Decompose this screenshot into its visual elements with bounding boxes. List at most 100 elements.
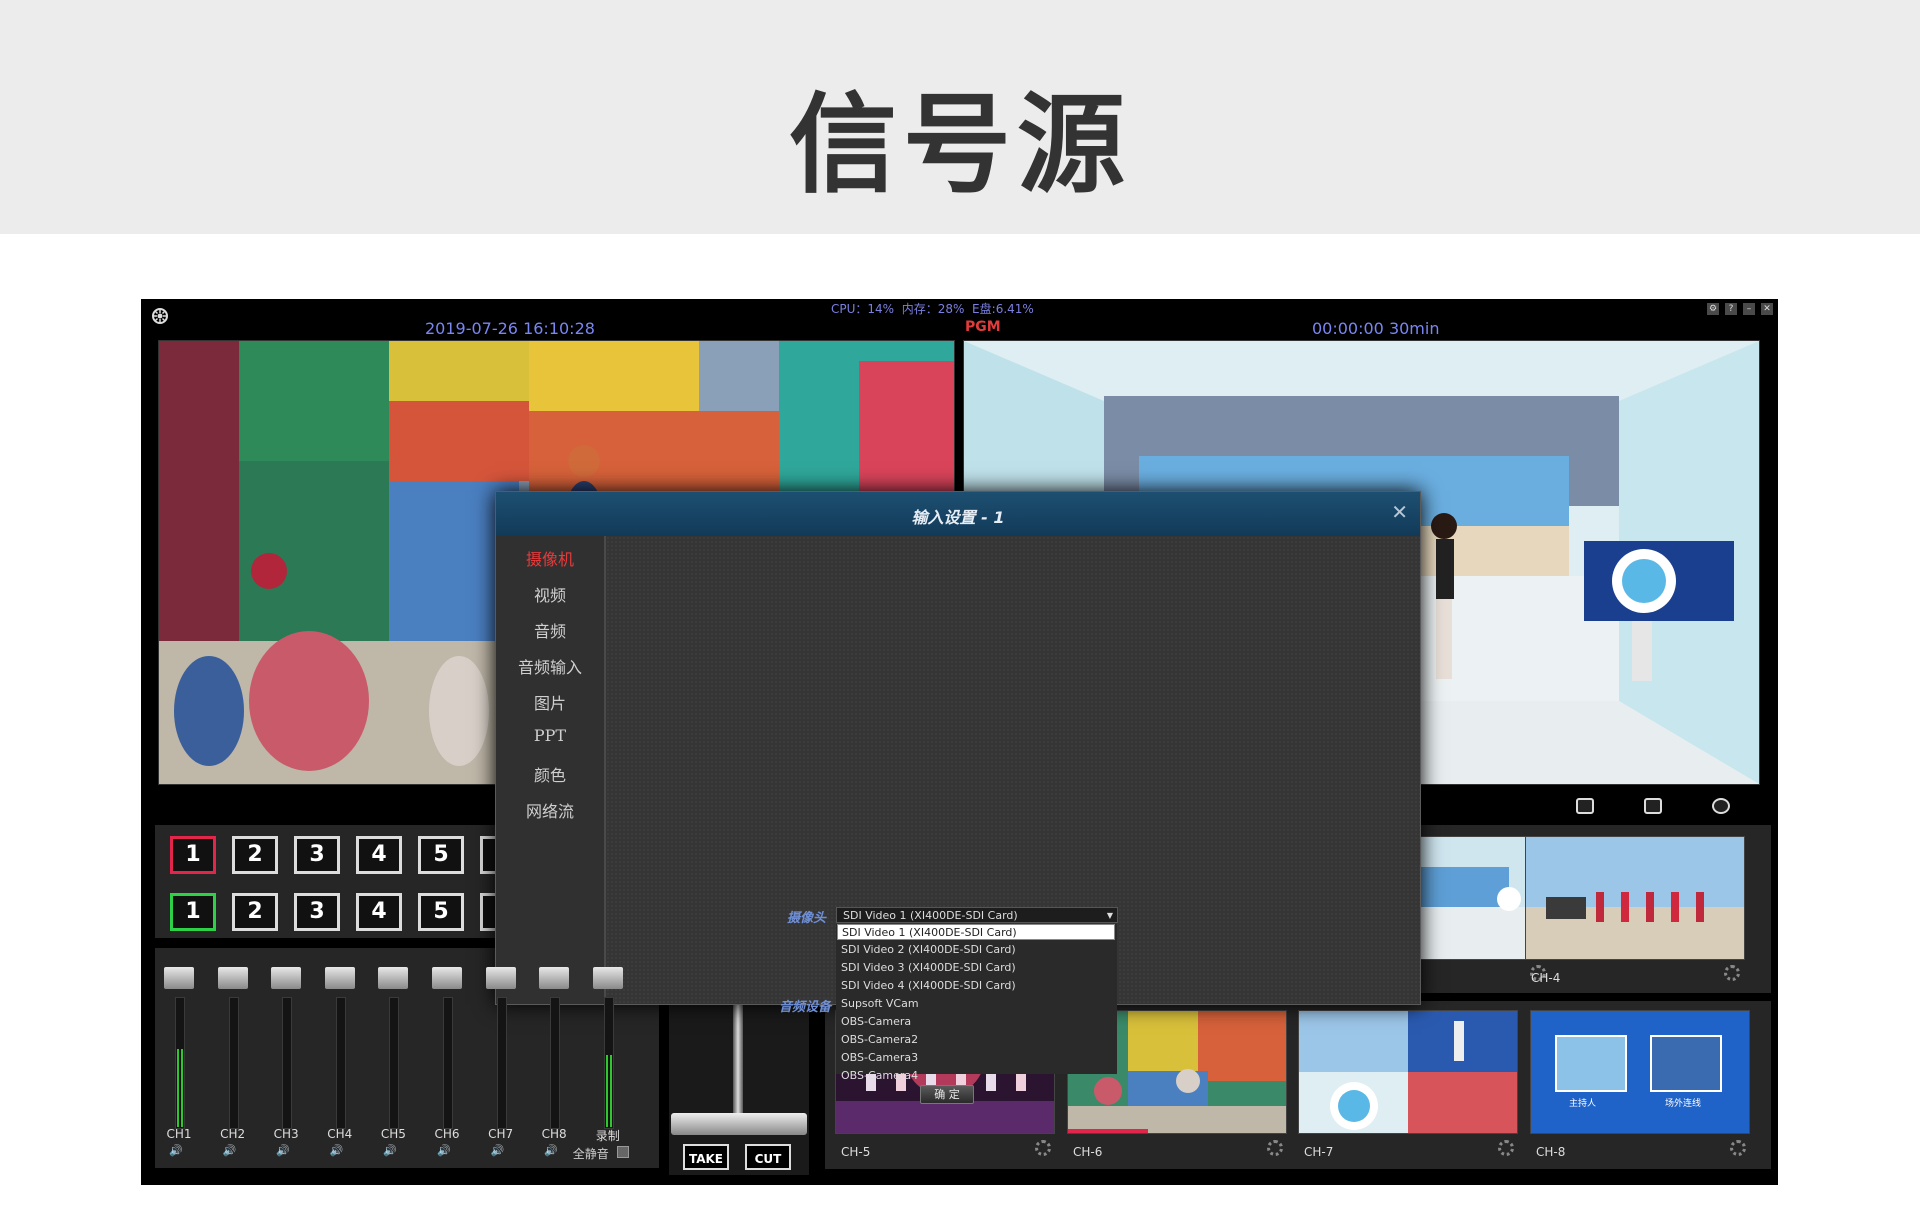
fader-handle[interactable]	[432, 967, 462, 989]
fader-track[interactable]	[550, 997, 561, 1129]
camera-option[interactable]: OBS-Camera2	[837, 1032, 1115, 1048]
ch8-host-label: 主持人	[1569, 1099, 1597, 1109]
speaker-icon[interactable]: 🔊	[223, 1144, 237, 1157]
app-logo-icon	[152, 308, 168, 324]
speaker-icon[interactable]: 🔊	[169, 1144, 183, 1157]
fader-track[interactable]	[389, 997, 400, 1129]
page-banner: 信号源	[0, 0, 1920, 234]
program-button-4[interactable]: 4	[356, 893, 402, 931]
settings-icon[interactable]: ⚙	[1707, 303, 1719, 315]
program-button-1[interactable]: 1	[170, 893, 216, 931]
ch7-image	[1299, 1011, 1517, 1133]
fader-handle[interactable]	[164, 967, 194, 989]
audio-device-label: 音频设备	[779, 1000, 832, 1015]
ch8-settings-icon[interactable]	[1730, 1140, 1746, 1156]
camera-option[interactable]: OBS-Camera3	[837, 1050, 1115, 1066]
fader-handle[interactable]	[539, 967, 570, 989]
channel-label: CH4	[327, 1127, 353, 1141]
dialog-tab-6[interactable]: PPT	[496, 726, 604, 745]
channel-label: CH1	[166, 1127, 192, 1141]
camera-option[interactable]: SDI Video 3 (XI400DE-SDI Card)	[837, 960, 1115, 976]
record-icon[interactable]	[1712, 798, 1730, 814]
level-meter	[181, 1049, 183, 1127]
record-timer: 00:00:00 30min	[1312, 319, 1440, 338]
speaker-icon[interactable]: 🔊	[330, 1144, 344, 1157]
fader-handle[interactable]	[485, 967, 516, 989]
camera-select[interactable]: SDI Video 1 (XI400DE-SDI Card) ▼	[836, 907, 1118, 923]
disk-label: E盘:	[972, 302, 996, 316]
pgm-label: PGM	[965, 319, 1001, 335]
help-icon[interactable]: ?	[1725, 303, 1737, 315]
ch8-remote-label: 场外连线	[1665, 1099, 1702, 1109]
ch6-settings-icon[interactable]	[1267, 1140, 1283, 1156]
speaker-icon[interactable]: 🔊	[491, 1144, 505, 1157]
channel-label: CH5	[380, 1127, 406, 1141]
dialog-close-icon[interactable]: ✕	[1391, 500, 1408, 524]
dialog-tab-3[interactable]: 音频	[496, 618, 604, 642]
snapshot-icon[interactable]	[1644, 798, 1662, 814]
ch5-settings-icon[interactable]	[1035, 1140, 1051, 1156]
camera-option[interactable]: SDI Video 2 (XI400DE-SDI Card)	[837, 942, 1115, 958]
speaker-icon[interactable]: 🔊	[544, 1144, 558, 1157]
fader-handle[interactable]	[378, 967, 409, 989]
take-button[interactable]: TAKE	[683, 1144, 729, 1170]
program-button-3[interactable]: 3	[294, 893, 340, 931]
cut-button[interactable]: CUT	[745, 1144, 791, 1170]
cpu-label: CPU：	[831, 302, 868, 316]
datetime: 2019-07-26 16:10:28	[425, 319, 595, 338]
channel-thumbnail-ch8[interactable]: 主持人 场外连线	[1530, 1010, 1750, 1134]
channel-label: CH6	[434, 1127, 460, 1141]
ch4-image	[1526, 837, 1744, 959]
speaker-icon[interactable]: 🔊	[383, 1144, 397, 1157]
ok-button[interactable]: 确 定	[920, 1085, 974, 1104]
preview-button-2[interactable]: 2	[232, 836, 278, 874]
camera-option[interactable]: OBS-Camera4	[837, 1068, 1115, 1084]
channel-thumbnail-ch7[interactable]	[1298, 1010, 1518, 1134]
mute-all-checkbox[interactable]	[616, 1146, 629, 1158]
preview-button-3[interactable]: 3	[294, 836, 340, 874]
dialog-tab-7[interactable]: 颜色	[496, 762, 604, 786]
preview-button-5[interactable]: 5	[418, 836, 464, 874]
fader-track[interactable]	[282, 997, 293, 1129]
preview-button-1[interactable]: 1	[170, 836, 216, 874]
cpu-value: 14%	[867, 302, 895, 316]
chevron-down-icon: ▼	[1106, 911, 1113, 920]
dialog-tab-4[interactable]: 音频输入	[496, 654, 604, 678]
t-bar-handle[interactable]	[671, 1113, 807, 1135]
fader-handle[interactable]	[217, 967, 248, 989]
ch7-settings-icon[interactable]	[1498, 1140, 1514, 1156]
speaker-icon[interactable]: 🔊	[276, 1144, 290, 1157]
dialog-sidebar: 摄像机视频音频音频输入图片 PPT 颜色网络流	[496, 536, 606, 1004]
level-meter	[177, 1049, 179, 1127]
ch4-settings-icon[interactable]	[1724, 965, 1740, 981]
minimize-icon[interactable]: –	[1743, 303, 1755, 315]
fader-handle[interactable]	[324, 967, 355, 989]
dialog-tab-2[interactable]: 视频	[496, 582, 604, 606]
fader-track[interactable]	[443, 997, 453, 1129]
channel-thumbnail-ch4[interactable]	[1525, 836, 1745, 960]
fader-track[interactable]	[228, 997, 239, 1129]
dialog-tab-1[interactable]: 摄像机	[496, 546, 604, 570]
fader-handle[interactable]	[271, 967, 302, 989]
close-icon[interactable]: ✕	[1761, 303, 1773, 315]
fader-track[interactable]	[335, 997, 346, 1129]
program-button-2[interactable]: 2	[232, 893, 278, 931]
ch5-label: CH-5	[841, 1145, 871, 1159]
speaker-icon[interactable]: 🔊	[437, 1144, 451, 1157]
program-button-5[interactable]: 5	[418, 893, 464, 931]
camera-option[interactable]: SDI Video 1 (XI400DE-SDI Card)	[837, 924, 1115, 940]
fader-handle[interactable]	[592, 967, 623, 989]
camera-option[interactable]: OBS-Camera	[837, 1014, 1115, 1030]
preview-button-4[interactable]: 4	[356, 836, 402, 874]
level-meter	[609, 1055, 612, 1127]
dialog-tab-8[interactable]: 网络流	[496, 798, 604, 822]
dialog-tab-5[interactable]: 图片	[496, 690, 604, 714]
fader-track[interactable]	[496, 997, 507, 1129]
camera-icon[interactable]	[1576, 798, 1594, 814]
camera-option[interactable]: SDI Video 4 (XI400DE-SDI Card)	[837, 978, 1115, 994]
dialog-title: 输入设置 - 1	[911, 508, 1005, 527]
camera-option[interactable]: Supsoft VCam	[837, 996, 1115, 1012]
camera-select-value: SDI Video 1 (XI400DE-SDI Card)	[843, 909, 1018, 922]
mem-label: 内存：	[901, 302, 938, 316]
camera-field-label: 摄像头	[787, 911, 827, 926]
